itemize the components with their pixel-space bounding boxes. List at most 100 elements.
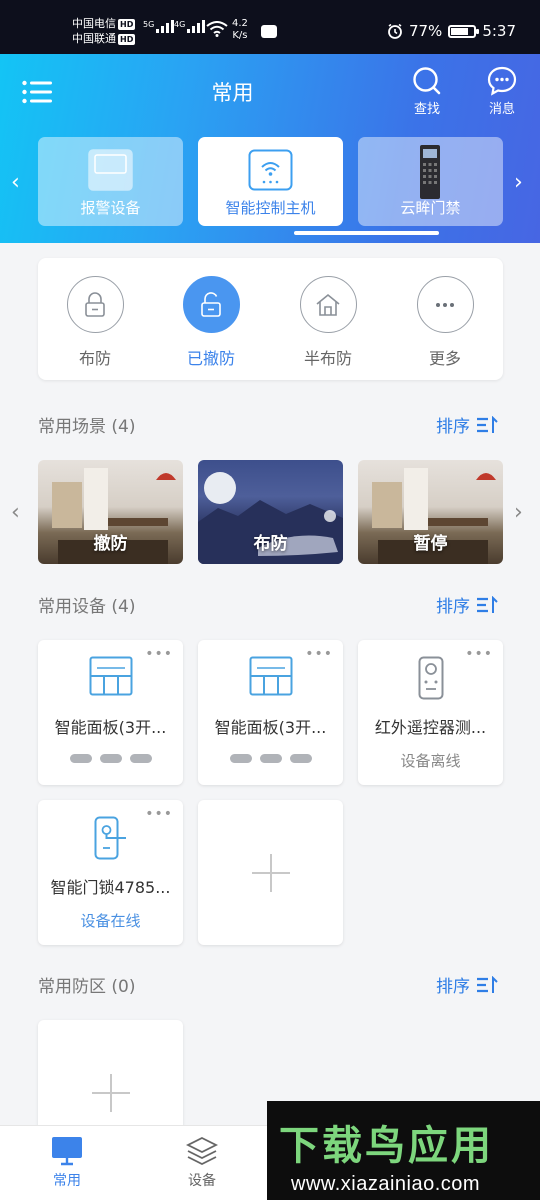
hd-badge: HD	[118, 33, 136, 45]
signal-5g-icon: 5G	[143, 20, 175, 33]
arm-mode-label: 布防	[78, 349, 111, 368]
alarm-clock-icon	[388, 23, 402, 39]
plus-icon	[251, 853, 290, 892]
wifi-icon	[206, 21, 228, 37]
net-type-2: 4G	[174, 20, 186, 29]
search-icon	[413, 67, 441, 95]
arm-mode-more[interactable]: 更多	[400, 276, 490, 369]
scenes-sort-button[interactable]: 排序	[436, 412, 498, 437]
zones-section-title: 常用防区 (0)	[38, 977, 136, 997]
message-label: 消息	[488, 102, 515, 117]
scene-name: 布防	[253, 534, 288, 554]
wifi-hub-icon	[248, 149, 293, 191]
network-speed: 4.2 K/s	[232, 18, 248, 42]
door-lock-icon	[94, 816, 126, 860]
net-type-1: 5G	[143, 20, 155, 29]
signal-4g-icon: 4G	[174, 20, 206, 33]
speed-unit: K/s	[232, 30, 248, 41]
clock-time: 5:37	[482, 22, 516, 40]
zones-sort-button[interactable]: 排序	[436, 972, 498, 997]
nav-tab-devices[interactable]: 设备	[172, 1136, 232, 1190]
watermark-url: www.xiazainiao.com	[291, 1173, 481, 1195]
nav-label: 设备	[188, 1173, 216, 1189]
sort-icon	[477, 975, 498, 993]
arm-mode-card: 布防 已撤防 半布防 更多	[38, 258, 503, 380]
carousel-prev-button[interactable]: ‹	[11, 170, 20, 195]
carousel-next-button[interactable]: ›	[514, 170, 523, 195]
status-bar: 中国电信 HD 中国联通 HD 5G 4G 4.2 K/s 77% 5:37	[0, 0, 540, 54]
switch-panel-icon	[249, 656, 292, 696]
carrier-info: 中国电信 HD 中国联通 HD	[72, 16, 136, 46]
arm-mode-label: 半布防	[303, 349, 352, 368]
status-right: 77% 5:37	[387, 22, 516, 40]
watermark: 下载鸟应用 www.xiazainiao.com	[267, 1101, 540, 1200]
arm-mode-arm[interactable]: 布防	[50, 276, 140, 369]
nav-label: 常用	[53, 1173, 81, 1189]
device-card[interactable]: ••• 智能面板(3开...	[38, 640, 183, 785]
search-label: 查找	[413, 102, 440, 117]
device-card[interactable]: ••• 智能面板(3开...	[198, 640, 343, 785]
sort-icon	[477, 415, 498, 433]
scene-card-disarm[interactable]: 撤防	[38, 460, 183, 564]
door-station-icon	[420, 145, 440, 199]
alarm-panel-icon	[88, 149, 133, 191]
more-icon	[436, 302, 454, 307]
device-card[interactable]: ••• 智能门锁4785... 设备在线	[38, 800, 183, 945]
device-name: 红外遥控器测...	[374, 718, 487, 737]
device-tab-label: 智能控制主机	[225, 199, 316, 217]
page-title: 常用	[211, 81, 254, 105]
device-card[interactable]: ••• 红外遥控器测... 设备离线	[358, 640, 503, 785]
nav-tab-common[interactable]: 常用	[37, 1136, 97, 1190]
ir-remote-icon	[418, 656, 443, 700]
device-status-online: 设备在线	[80, 912, 141, 930]
scene-card-pause[interactable]: 暂停	[358, 460, 503, 564]
lock-open-icon	[201, 291, 221, 317]
device-tab-alarm[interactable]: 报警设备	[38, 137, 183, 226]
watermark-logo: 下载鸟应用	[279, 1123, 494, 1169]
switch-state-indicators	[198, 754, 343, 763]
devices-section-title: 常用设备 (4)	[38, 597, 136, 617]
scene-name: 暂停	[413, 534, 448, 554]
switch-state-indicators	[38, 754, 183, 763]
device-name: 智能面板(3开...	[214, 718, 327, 737]
notification-app-icon	[261, 25, 277, 38]
device-name: 智能面板(3开...	[54, 718, 167, 737]
arm-mode-label: 已撤防	[186, 349, 235, 368]
device-tab-hub[interactable]: 智能控制主机	[198, 137, 343, 226]
devices-sort-button[interactable]: 排序	[436, 592, 498, 617]
scene-card-arm[interactable]: 布防	[198, 460, 343, 564]
device-tab-label: 报警设备	[80, 199, 141, 217]
add-device-card[interactable]	[198, 800, 343, 945]
sort-label: 排序	[436, 597, 470, 617]
home-icon	[316, 293, 340, 316]
monitor-icon	[52, 1137, 82, 1166]
hd-badge: HD	[118, 18, 136, 30]
lock-closed-icon	[85, 291, 105, 317]
carrier-1: 中国电信	[72, 17, 116, 30]
arm-mode-partial[interactable]: 半布防	[283, 276, 373, 369]
message-icon	[487, 66, 517, 96]
switch-panel-icon	[89, 656, 132, 696]
sort-icon	[477, 595, 498, 613]
search-button[interactable]: 查找	[402, 66, 452, 117]
plus-icon	[91, 1073, 130, 1112]
arm-mode-disarmed[interactable]: 已撤防	[166, 276, 256, 369]
carousel-indicator	[294, 231, 439, 235]
scenes-section-title: 常用场景 (4)	[38, 417, 136, 437]
battery-icon	[448, 24, 480, 38]
device-tab-label: 云眸门禁	[400, 199, 461, 217]
battery-percent: 77%	[408, 22, 443, 40]
sort-label: 排序	[436, 977, 470, 997]
device-tab-door[interactable]: 云眸门禁	[358, 137, 503, 226]
sort-label: 排序	[436, 417, 470, 437]
layers-icon	[186, 1136, 218, 1166]
carrier-2: 中国联通	[72, 32, 116, 45]
message-button[interactable]: 消息	[477, 66, 527, 117]
device-name: 智能门锁4785...	[50, 878, 171, 897]
arm-mode-label: 更多	[428, 349, 461, 368]
device-status-offline: 设备离线	[400, 752, 461, 770]
scenes-next-button[interactable]: ›	[514, 500, 523, 525]
speed-value: 4.2	[232, 18, 248, 29]
scene-name: 撤防	[93, 534, 128, 554]
scenes-prev-button[interactable]: ‹	[11, 500, 20, 525]
